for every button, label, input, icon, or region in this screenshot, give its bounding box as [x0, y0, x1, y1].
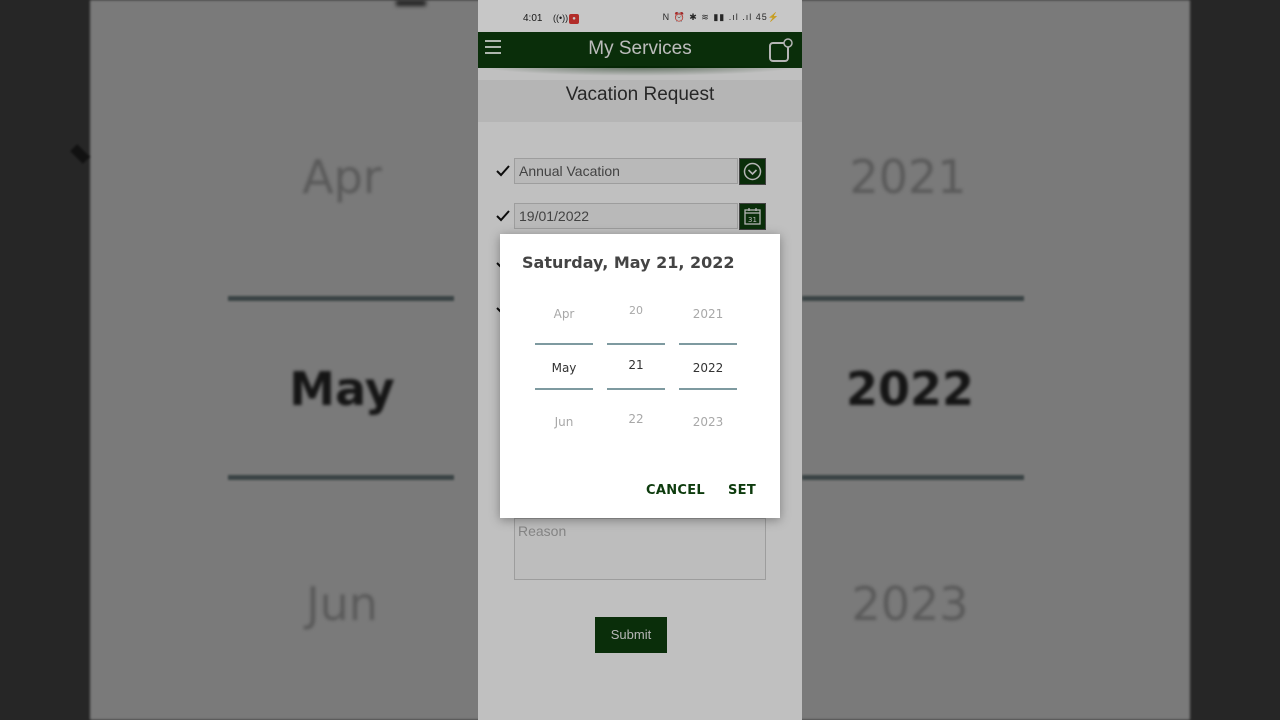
picker-divider [535, 388, 593, 390]
background-year-next: 2023 [851, 577, 969, 631]
year-selected[interactable]: 2022 [679, 361, 737, 375]
set-button[interactable]: SET [728, 483, 756, 498]
background-picker-line [228, 475, 454, 480]
month-selected[interactable]: May [535, 361, 593, 375]
background-month-prev: Apr [302, 150, 382, 204]
background-month-next: Jun [306, 577, 378, 631]
background-blur-fragment [396, 0, 426, 6]
dialog-title: Saturday, May 21, 2022 [522, 253, 735, 272]
background-month-selected: May [289, 362, 395, 416]
day-selected[interactable]: 21 [607, 358, 665, 372]
day-prev[interactable]: 20 [607, 304, 665, 317]
month-prev[interactable]: Apr [535, 307, 593, 321]
cancel-button[interactable]: CANCEL [646, 483, 705, 498]
background-picker-line [228, 296, 454, 301]
month-next[interactable]: Jun [535, 415, 593, 429]
background-picker-line [802, 475, 1024, 480]
picker-divider [535, 343, 593, 345]
background-year-prev: 2021 [849, 150, 967, 204]
background-picker-line [802, 296, 1024, 301]
picker-divider [607, 388, 665, 390]
background-year-selected: 2022 [845, 362, 975, 416]
day-next[interactable]: 22 [607, 412, 665, 426]
year-prev[interactable]: 2021 [679, 307, 737, 321]
picker-divider [679, 343, 737, 345]
picker-divider [607, 343, 665, 345]
picker-divider [679, 388, 737, 390]
date-picker-dialog: Saturday, May 21, 2022 Apr May Jun 20 21… [500, 234, 780, 518]
background-blur-fragment [70, 144, 90, 164]
phone-screen: 4:01 ((•)) ● N ⏰ ✱ ≋ ▮▮ .ıl .ıl 45⚡ My S… [478, 0, 802, 720]
year-next[interactable]: 2023 [679, 415, 737, 429]
